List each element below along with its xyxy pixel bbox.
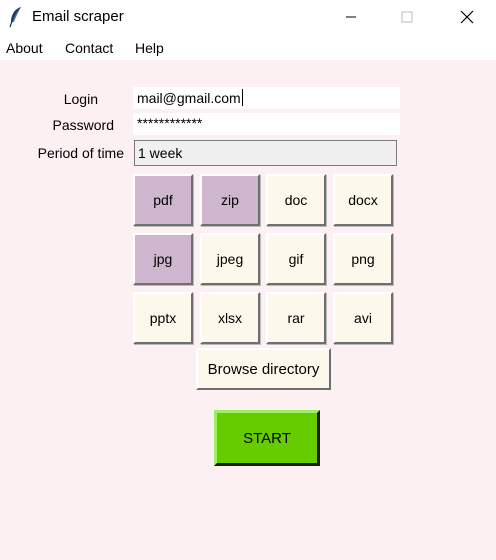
text-caret [241, 89, 243, 106]
ext-button-gif[interactable]: gif [266, 233, 326, 285]
browse-directory-button[interactable]: Browse directory [196, 348, 331, 390]
period-label: Period of time [37, 145, 124, 161]
ext-button-pptx[interactable]: pptx [133, 292, 193, 344]
maximize-button[interactable] [384, 0, 430, 34]
period-value: 1 week [138, 145, 183, 161]
login-label: Login [63, 91, 98, 107]
login-input[interactable]: mail@gmail.com [133, 87, 400, 109]
ext-button-jpeg[interactable]: jpeg [200, 233, 260, 285]
ext-button-png[interactable]: png [333, 233, 393, 285]
ext-button-docx[interactable]: docx [333, 174, 393, 226]
ext-button-avi[interactable]: avi [333, 292, 393, 344]
login-value: mail@gmail.com [137, 90, 241, 106]
ext-button-jpg[interactable]: jpg [133, 233, 193, 285]
close-button[interactable] [444, 0, 490, 34]
ext-button-rar[interactable]: rar [266, 292, 326, 344]
period-select[interactable]: 1 week [134, 140, 397, 166]
menu-contact[interactable]: Contact [65, 40, 113, 56]
start-button[interactable]: START [214, 410, 320, 466]
feather-icon [9, 7, 21, 28]
menu-bar: About Contact Help [0, 34, 496, 60]
password-value: ************ [137, 115, 203, 131]
password-input[interactable]: ************ [133, 113, 400, 135]
ext-button-zip[interactable]: zip [200, 174, 260, 226]
minimize-button[interactable] [328, 0, 374, 34]
title-bar: Email scraper [0, 0, 496, 34]
window-title: Email scraper [32, 8, 124, 25]
close-icon [460, 10, 474, 24]
ext-button-doc[interactable]: doc [266, 174, 326, 226]
ext-button-xlsx[interactable]: xlsx [200, 292, 260, 344]
maximize-icon [401, 11, 413, 23]
menu-help[interactable]: Help [135, 40, 164, 56]
minimize-icon [346, 16, 356, 18]
password-label: Password [52, 117, 114, 133]
ext-button-pdf[interactable]: pdf [133, 174, 193, 226]
menu-about[interactable]: About [6, 40, 43, 56]
